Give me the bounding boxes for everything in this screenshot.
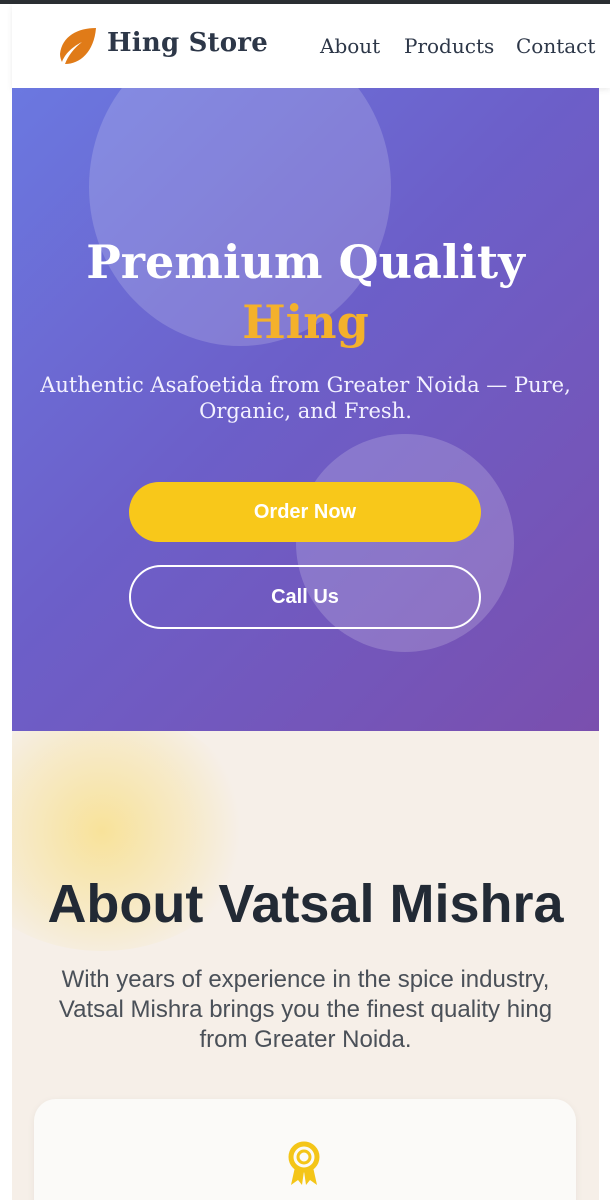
site-header: Hing Store About Products Contact xyxy=(12,4,610,88)
order-now-button[interactable]: Order Now xyxy=(129,482,481,542)
about-title: About Vatsal Mishra xyxy=(47,874,564,934)
hero-title: Premium Quality xyxy=(86,235,525,289)
call-us-button[interactable]: Call Us xyxy=(129,565,481,629)
feature-card xyxy=(34,1099,576,1200)
leaf-icon xyxy=(60,28,96,64)
nav-link-products[interactable]: Products xyxy=(404,34,494,58)
hero-title-accent: Hing xyxy=(242,295,369,349)
brand-name[interactable]: Hing Store xyxy=(107,28,268,58)
hero-section: Premium Quality Hing Authentic Asafoetid… xyxy=(12,88,599,731)
about-section: About Vatsal Mishra With years of experi… xyxy=(12,731,599,1200)
nav-link-about[interactable]: About xyxy=(320,34,380,58)
about-description: With years of experience in the spice in… xyxy=(58,966,553,1053)
nav-link-contact[interactable]: Contact xyxy=(516,34,595,58)
hero-subtitle: Authentic Asafoetida from Greater Noida … xyxy=(40,373,571,423)
award-icon xyxy=(288,1141,320,1185)
